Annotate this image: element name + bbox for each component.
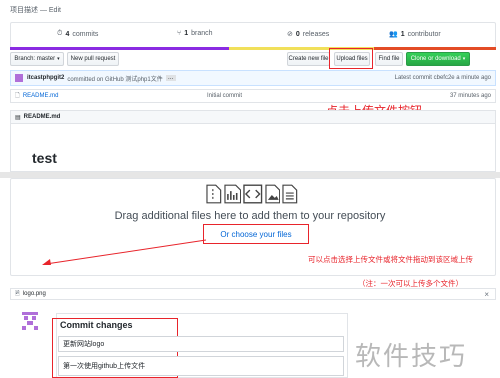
code-file-icon [243,184,263,204]
language-bar-segment-0 [10,47,229,50]
branch-select-button[interactable]: Branch: master ▾ [10,52,64,66]
uploaded-file-row: 🖻 logo.png × [10,288,496,300]
branch-label: branch [191,30,213,37]
commit-expand-button[interactable]: … [165,75,176,81]
drop-zone-title: Drag additional files here to add them t… [114,210,386,222]
readme-header: ▤ README.md [10,110,496,124]
latest-commit-bar: itcastphpgit2 committed on GitHub 测试php1… [10,70,496,86]
repo-description[interactable]: 项目描述 — Edit [10,5,61,15]
commit-message[interactable]: committed on GitHub 测试php1文件 [67,74,162,83]
book-icon: ▤ [15,114,21,121]
contributor-count: 1 [400,30,405,38]
new-pull-request-button[interactable]: New pull request [67,52,119,66]
file-age: 37 minutes ago [449,93,491,99]
commits-count: 4 [65,30,70,38]
commit-summary-input[interactable]: 更新网站logo [58,336,344,352]
zip-file-icon [206,184,222,204]
caret-down-icon: ▾ [57,56,60,62]
commits-stat[interactable]: ⏱ 4 commits [57,30,98,38]
releases-label: releases [302,30,330,38]
latest-commit-info[interactable]: Latest commit cbefc2e a minute ago [395,75,491,81]
language-bar [10,47,496,50]
text-file-icon [282,184,298,204]
branch-stat[interactable]: ⑂ 1 branch [177,30,213,37]
image-file-icon: 🖻 [15,291,20,297]
caret-down-icon: ▾ [462,56,466,62]
clone-download-button[interactable]: Clone or download ▾ [406,52,470,66]
readme-heading: test [32,150,57,166]
upload-highlight-box [329,48,373,69]
choose-files-link[interactable]: Or choose your files [208,230,304,239]
language-bar-segment-2 [374,47,496,50]
file-commit-message[interactable]: Initial commit [207,93,242,99]
commits-label: commits [72,30,99,38]
commit-summary-value: 更新网站logo [63,341,105,348]
branch-select-label: Branch: master [14,56,56,62]
repo-stats-bar: ⏱ 4 commits ⑂ 1 branch ⊘ 0 releases 👥 1 … [10,22,496,48]
readme-body [10,124,496,172]
avatar[interactable] [15,74,23,82]
commit-description-input[interactable]: 第一次使用github上传文件 [58,356,344,376]
commit-changes-title: Commit changes [60,320,133,330]
create-new-file-button[interactable]: Create new file [287,52,330,66]
avatar [22,312,38,330]
file-type-icons [206,184,298,206]
readme-title: README.md [23,114,61,120]
commits-icon: ⏱ [57,30,63,37]
commit-description-value: 第一次使用github上传文件 [63,363,146,370]
image-file-icon [265,184,280,204]
uploaded-file-name: logo.png [22,291,46,297]
annotation-arrow [42,239,207,265]
choose-hint-annotation: 可以点击选择上传文件或将文件拖动到该区域上传 [308,255,473,264]
file-name-link[interactable]: README.md [23,93,59,99]
file-row: 🗋 README.md Initial commit 37 minutes ag… [10,89,496,103]
watermark-text: 软件技巧 [355,342,468,372]
commit-author[interactable]: itcastphpgit2 [27,75,64,81]
file-icon: 🗋 [15,93,20,99]
remove-file-button[interactable]: × [484,290,489,299]
tag-icon: ⊘ [287,31,293,38]
chart-file-icon [224,184,241,204]
contributor-label: contributor [407,30,441,38]
clone-download-label: Clone or download [410,56,461,62]
branch-count: 1 [184,30,189,37]
people-icon: 👥 [389,31,398,38]
branch-icon: ⑂ [177,30,182,37]
contributor-stat[interactable]: 👥 1 contributor [389,30,441,39]
find-file-button[interactable]: Find file [375,52,403,66]
releases-count: 0 [295,30,300,38]
releases-stat[interactable]: ⊘ 0 releases [287,30,330,39]
